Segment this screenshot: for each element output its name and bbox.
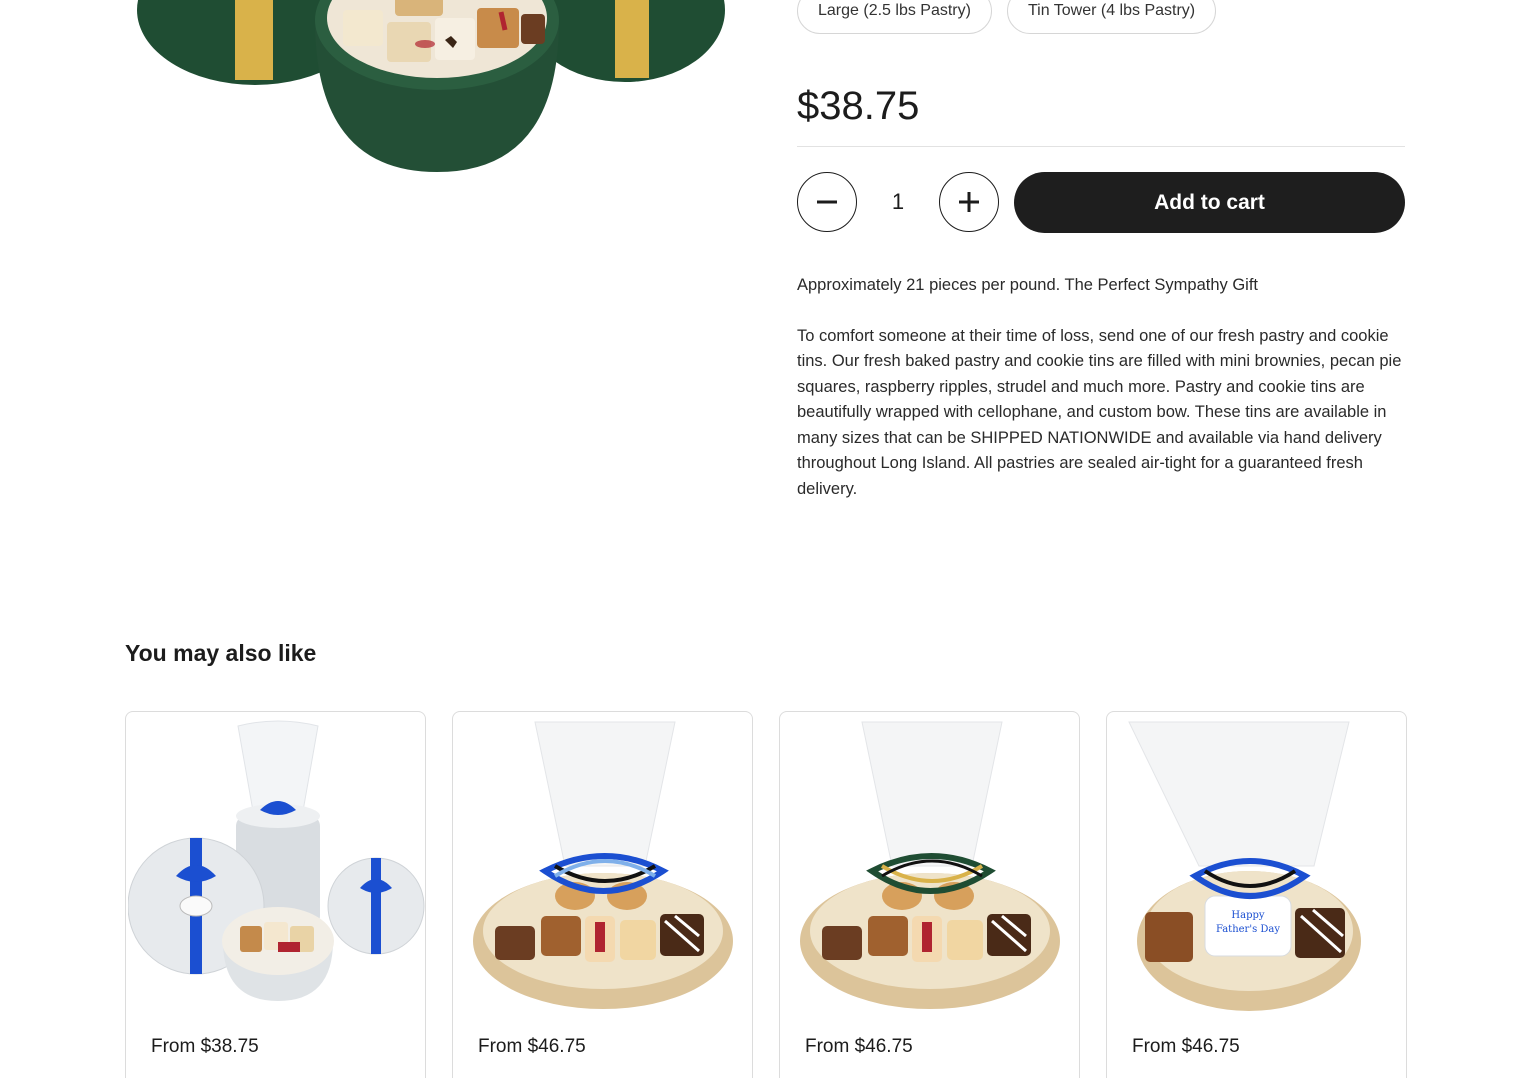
product-page: Large (2.5 lbs Pastry) Tin Tower (4 lbs …: [0, 0, 1530, 1078]
product-price: $38.75: [797, 84, 920, 128]
fathers-day-pastry-basket-image: Happy Father's Day: [1128, 721, 1361, 1011]
variant-selector: Large (2.5 lbs Pastry) Tin Tower (4 lbs …: [797, 0, 1217, 34]
related-product-card[interactable]: From $46.75: [779, 711, 1080, 1078]
price-divider: [797, 146, 1405, 147]
related-product-card[interactable]: Happy Father's Day From $46.75: [1106, 711, 1407, 1078]
variant-option-large[interactable]: Large (2.5 lbs Pastry): [797, 0, 992, 34]
related-product-price: From $46.75: [478, 1036, 586, 1057]
minus-icon: [817, 200, 837, 204]
increase-quantity-button[interactable]: [939, 172, 999, 232]
description-intro: Approximately 21 pieces per pound. The P…: [797, 276, 1259, 294]
related-product-price: From $46.75: [805, 1036, 913, 1057]
related-product-price: From $46.75: [1132, 1036, 1240, 1057]
variant-option-tin-tower[interactable]: Tin Tower (4 lbs Pastry): [1006, 0, 1217, 34]
related-product-price: From $38.75: [151, 1036, 259, 1057]
product-main-image[interactable]: [125, 0, 735, 190]
related-product-card[interactable]: From $46.75: [452, 711, 753, 1078]
plus-icon: [959, 192, 979, 212]
pastry-basket-blue-ribbon-image: [473, 721, 733, 1009]
description-body: To comfort someone at their time of loss…: [797, 326, 1402, 498]
silver-tin-tower-image: [128, 720, 425, 1001]
decrease-quantity-button[interactable]: [797, 172, 857, 232]
pastry-basket-green-gold-ribbon-image: [800, 721, 1060, 1009]
related-product-card[interactable]: From $38.75: [125, 711, 426, 1078]
fathers-day-badge-line2: Father's Day: [1216, 924, 1280, 935]
related-products-heading: You may also like: [125, 640, 317, 666]
add-to-cart-button[interactable]: Add to cart: [1014, 172, 1405, 233]
quantity-stepper: 1: [797, 172, 999, 232]
fathers-day-badge-line1: Happy: [1231, 910, 1264, 921]
related-products-list: From $38.75 From $46.75 From $46.75 Happ…: [125, 711, 1407, 1078]
quantity-input[interactable]: 1: [857, 189, 939, 215]
product-description: Approximately 21 pieces per pound. The P…: [797, 273, 1407, 502]
